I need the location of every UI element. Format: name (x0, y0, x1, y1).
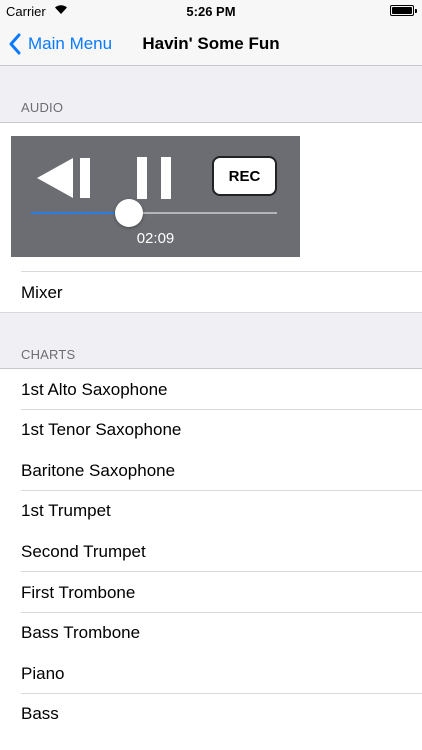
status-time: 5:26 PM (186, 4, 236, 19)
audio-player: REC 02:09 (11, 136, 300, 257)
chart-list-item-label: First Trombone (21, 582, 136, 602)
audio-player-cell: REC 02:09 (0, 122, 422, 272)
chart-list-item-label: Bass (21, 704, 59, 724)
chart-list-item-label: 1st Trumpet (21, 501, 111, 521)
chart-list-item[interactable]: 1st Tenor Saxophone (0, 409, 422, 451)
chart-list-item[interactable]: First Trombone (0, 572, 422, 613)
playback-time: 02:09 (136, 230, 175, 247)
chart-list-item[interactable] (0, 734, 422, 750)
chart-list-item-label: Piano (21, 663, 65, 683)
chart-list-item[interactable]: Piano (0, 653, 422, 695)
record-button[interactable]: REC (212, 156, 277, 196)
chart-list-item[interactable]: Bass Trombone (0, 612, 422, 654)
playback-slider-thumb[interactable] (115, 199, 143, 227)
mixer-label: Mixer (21, 282, 63, 302)
audio-section-header: AUDIO (21, 100, 64, 115)
page-title: Havin' Some Fun (142, 34, 280, 53)
chart-list-item-label: Baritone Saxophone (21, 460, 176, 480)
navigation-bar: Main Menu Havin' Some Fun (0, 22, 422, 66)
divider (21, 271, 422, 272)
status-bar: Carrier 5:26 PM (0, 0, 422, 22)
chart-list-item-label: 1st Tenor Saxophone (21, 420, 182, 440)
chart-list-item-label: Bass Trombone (21, 623, 141, 643)
chart-list-item[interactable]: Bass (0, 693, 422, 735)
playback-slider[interactable] (31, 212, 277, 214)
battery-icon (390, 5, 417, 16)
chart-list-item[interactable]: 1st Alto Saxophone (0, 369, 422, 410)
rewind-icon[interactable] (37, 158, 93, 198)
pause-icon[interactable] (137, 157, 171, 199)
divider (0, 312, 422, 313)
chart-list-item[interactable]: Baritone Saxophone (0, 450, 422, 492)
chart-list-item-label: Second Trumpet (21, 541, 146, 561)
charts-section-header: CHARTS (21, 347, 76, 362)
chart-list-item[interactable]: Second Trumpet (0, 531, 422, 573)
chart-list-item-label: 1st Alto Saxophone (21, 379, 168, 399)
mixer-cell[interactable]: Mixer (0, 271, 422, 313)
chart-list-item[interactable]: 1st Trumpet (0, 490, 422, 532)
